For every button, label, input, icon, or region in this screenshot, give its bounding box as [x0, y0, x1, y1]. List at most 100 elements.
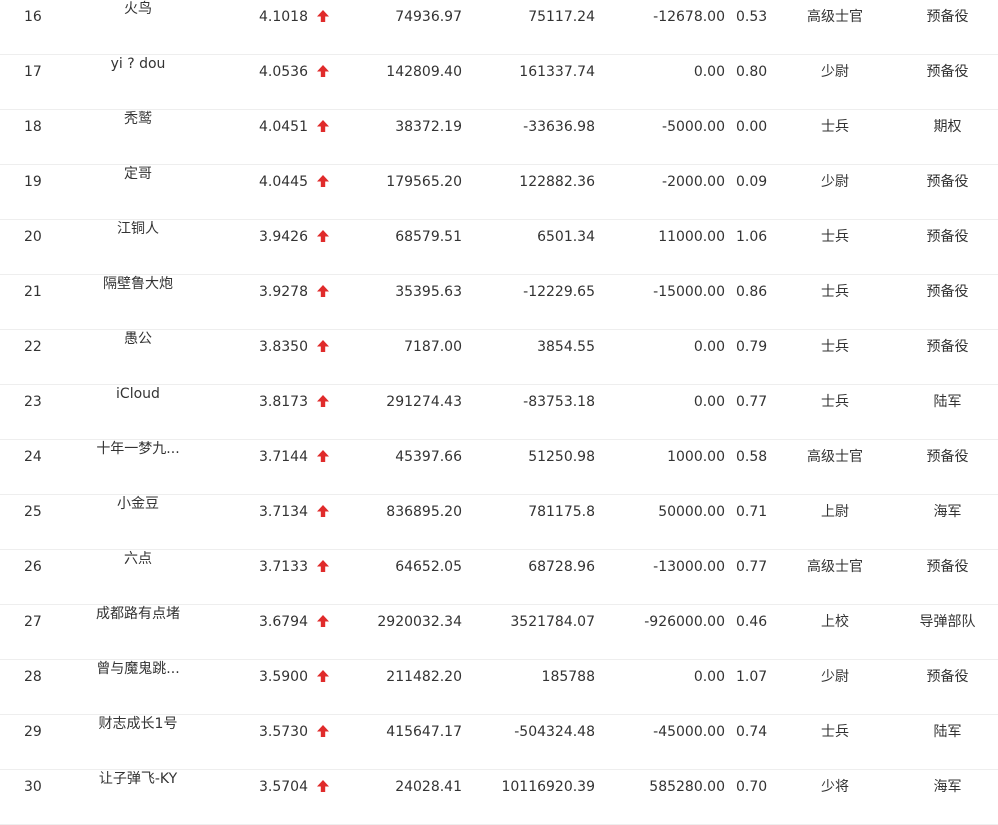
rank-cell: 24: [24, 449, 42, 465]
branch-cell: 预备役: [926, 229, 969, 245]
table-row[interactable]: 19 定哥 4.0445 179565.20 122882.36 -2000.0…: [0, 165, 998, 220]
value-cell-2: 161337.74: [519, 64, 595, 80]
user-name-link[interactable]: 成都路有点堵: [78, 605, 198, 623]
table-row[interactable]: 23 iCloud 3.8173 291274.43 -83753.18 0.0…: [0, 385, 998, 440]
user-name-link[interactable]: 江铜人: [78, 220, 198, 238]
ratio-cell: 0.46: [736, 614, 768, 630]
score-cell: 3.9278: [259, 284, 308, 300]
table-row[interactable]: 30 让子弹飞-KY 3.5704 24028.41 10116920.39 5…: [0, 770, 998, 825]
table-row[interactable]: 27 成都路有点堵 3.6794 2920032.34 3521784.07 -…: [0, 605, 998, 660]
ratio-cell: 1.06: [736, 229, 768, 245]
rank-cell: 27: [24, 614, 42, 630]
rank-cell: 30: [24, 779, 42, 795]
value-cell-1: 415647.17: [386, 724, 462, 740]
level-cell: 高级士官: [807, 559, 863, 575]
user-name-link[interactable]: 六点: [78, 550, 198, 568]
user-name-link[interactable]: 定哥: [78, 165, 198, 183]
score-cell: 4.0445: [259, 174, 308, 190]
rank-cell: 23: [24, 394, 42, 410]
table-row[interactable]: 20 江铜人 3.9426 68579.51 6501.34 11000.00 …: [0, 220, 998, 275]
score-cell: 3.7134: [259, 504, 308, 520]
user-name-link[interactable]: 小金豆: [78, 495, 198, 513]
value-cell-2: 68728.96: [528, 559, 595, 575]
user-name-link[interactable]: 财志成长1号: [78, 715, 198, 733]
up-arrow-icon: [316, 724, 330, 738]
user-name-link[interactable]: 火鸟: [78, 0, 198, 18]
score-cell: 4.0451: [259, 119, 308, 135]
value-cell-3: -12678.00: [653, 9, 725, 25]
table-row[interactable]: 24 十年一梦九... 3.7144 45397.66 51250.98 100…: [0, 440, 998, 495]
rank-cell: 28: [24, 669, 42, 685]
table-row[interactable]: 26 六点 3.7133 64652.05 68728.96 -13000.00…: [0, 550, 998, 605]
branch-cell: 陆军: [933, 394, 962, 410]
user-name-link[interactable]: 隔壁鲁大炮: [78, 275, 198, 293]
user-name-link[interactable]: 让子弹飞-KY: [78, 770, 198, 788]
table-row[interactable]: 22 愚公 3.8350 7187.00 3854.55 0.00 0.79 士…: [0, 330, 998, 385]
value-cell-2: 51250.98: [528, 449, 595, 465]
level-cell: 少尉: [821, 64, 849, 80]
value-cell-3: 0.00: [693, 339, 725, 355]
level-cell: 少将: [821, 779, 849, 795]
value-cell-2: 185788: [541, 669, 595, 685]
up-arrow-icon: [316, 449, 330, 463]
table-row[interactable]: 29 财志成长1号 3.5730 415647.17 -504324.48 -4…: [0, 715, 998, 770]
table-row[interactable]: 25 小金豆 3.7134 836895.20 781175.8 50000.0…: [0, 495, 998, 550]
branch-cell: 预备役: [926, 9, 969, 25]
table-row[interactable]: 16 火鸟 4.1018 74936.97 75117.24 -12678.00…: [0, 0, 998, 55]
value-cell-2: 122882.36: [519, 174, 595, 190]
up-arrow-icon: [316, 559, 330, 573]
value-cell-2: -83753.18: [523, 394, 595, 410]
score-cell: 3.7144: [259, 449, 308, 465]
score-cell: 3.5704: [259, 779, 308, 795]
table-row[interactable]: 28 曾与魔鬼跳... 3.5900 211482.20 185788 0.00…: [0, 660, 998, 715]
up-arrow-icon: [316, 669, 330, 683]
score-cell: 3.9426: [259, 229, 308, 245]
score-cell: 3.7133: [259, 559, 308, 575]
ratio-cell: 1.07: [736, 669, 768, 685]
user-name-link[interactable]: 愚公: [78, 330, 198, 348]
user-name-link[interactable]: 曾与魔鬼跳...: [78, 660, 198, 678]
value-cell-3: 50000.00: [658, 504, 725, 520]
branch-cell: 海军: [933, 779, 962, 795]
ratio-cell: 0.09: [736, 174, 768, 190]
value-cell-1: 68579.51: [395, 229, 462, 245]
ratio-cell: 0.58: [736, 449, 768, 465]
branch-cell: 预备役: [926, 64, 969, 80]
value-cell-2: -504324.48: [514, 724, 595, 740]
branch-cell: 导弹部队: [919, 614, 976, 630]
rank-cell: 16: [24, 9, 42, 25]
value-cell-1: 836895.20: [386, 504, 462, 520]
branch-cell: 预备役: [926, 559, 969, 575]
value-cell-1: 38372.19: [395, 119, 462, 135]
score-cell: 3.5730: [259, 724, 308, 740]
rank-cell: 20: [24, 229, 42, 245]
level-cell: 高级士官: [807, 449, 863, 465]
value-cell-3: 585280.00: [649, 779, 725, 795]
level-cell: 士兵: [821, 119, 849, 135]
value-cell-1: 24028.41: [395, 779, 462, 795]
table-row[interactable]: 21 隔壁鲁大炮 3.9278 35395.63 -12229.65 -1500…: [0, 275, 998, 330]
level-cell: 士兵: [821, 284, 849, 300]
table-row[interactable]: 18 秃鹫 4.0451 38372.19 -33636.98 -5000.00…: [0, 110, 998, 165]
table-row[interactable]: 17 yi ? dou 4.0536 142809.40 161337.74 0…: [0, 55, 998, 110]
up-arrow-icon: [316, 339, 330, 353]
up-arrow-icon: [316, 9, 330, 23]
value-cell-1: 35395.63: [395, 284, 462, 300]
up-arrow-icon: [316, 284, 330, 298]
ratio-cell: 0.71: [736, 504, 768, 520]
value-cell-1: 2920032.34: [377, 614, 462, 630]
value-cell-3: -45000.00: [653, 724, 725, 740]
user-name-link[interactable]: 秃鹫: [78, 110, 198, 128]
user-name-link[interactable]: yi ? dou: [78, 55, 198, 73]
value-cell-3: 1000.00: [667, 449, 725, 465]
rank-cell: 22: [24, 339, 42, 355]
value-cell-3: -2000.00: [662, 174, 725, 190]
level-cell: 士兵: [821, 229, 849, 245]
ratio-cell: 0.70: [736, 779, 768, 795]
up-arrow-icon: [316, 394, 330, 408]
user-name-link[interactable]: 十年一梦九...: [78, 440, 198, 458]
level-cell: 上校: [821, 614, 849, 630]
user-name-link[interactable]: iCloud: [78, 385, 198, 403]
value-cell-1: 211482.20: [386, 669, 462, 685]
ratio-cell: 0.79: [736, 339, 768, 355]
